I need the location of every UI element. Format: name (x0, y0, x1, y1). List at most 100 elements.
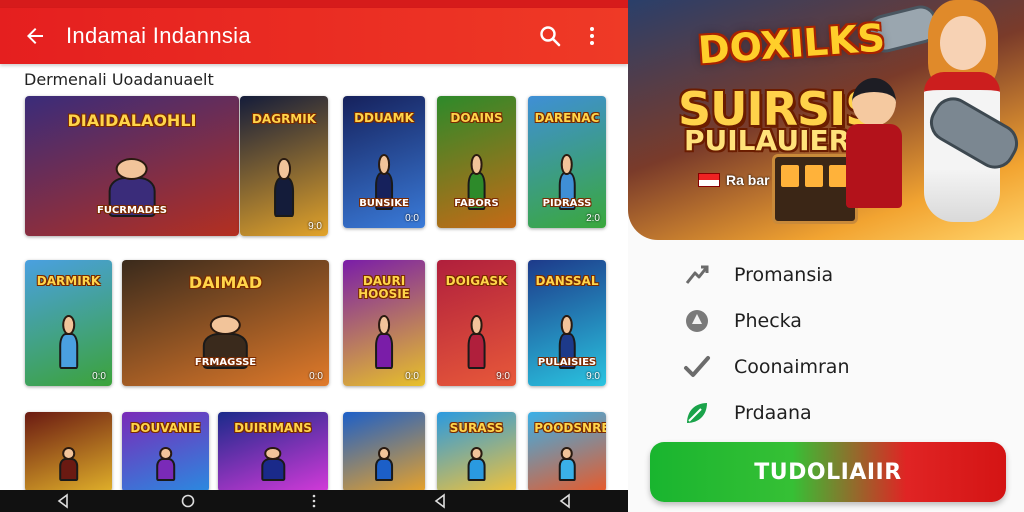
hero-boy-illustration (842, 78, 906, 228)
tile-character (254, 447, 291, 484)
menu-list: Promansia Phecka Coonaimran Prdaana (628, 252, 1024, 436)
flag-icon (698, 173, 720, 187)
section-title: Dermenali Uoadanuaelt (24, 70, 214, 89)
tile-subtitle: PIDRASS (542, 198, 592, 210)
tile-title: DOIGASK (445, 274, 508, 289)
location-pin-icon (680, 304, 714, 338)
game-tile[interactable] (343, 412, 425, 492)
tile-title: DARENAC (534, 110, 600, 125)
game-tile[interactable]: DIAIDALAOHLI FUCRMADES (25, 96, 239, 236)
tile-title: POODSNRE (534, 420, 606, 435)
game-tile[interactable]: DDUAMK BUNSIKE 0:0 (343, 96, 425, 228)
menu-item-promansia[interactable]: Promansia (628, 252, 1024, 298)
tile-title: DAURI HOOSIE (358, 274, 410, 301)
tile-title: DUIRIMANS (234, 420, 312, 435)
tile-subtitle: FABORS (454, 198, 499, 210)
tile-badge: 2:0 (586, 213, 600, 224)
tile-character (463, 315, 490, 373)
tile-character (151, 447, 181, 484)
store-screen: Indamai Indannsia Dermenali Uoadanuaelt … (0, 0, 628, 512)
search-button[interactable] (532, 18, 568, 54)
tile-title: DARMIRK (36, 274, 101, 289)
nav-home-button[interactable] (178, 491, 198, 511)
tile-title: DAGRMIK (251, 111, 317, 126)
nav-back-button[interactable] (53, 491, 73, 511)
game-tile[interactable]: DARMIRK 0:0 (25, 260, 112, 386)
tile-badge: 9:0 (586, 371, 600, 382)
tile-badge: 9:0 (308, 221, 322, 232)
menu-item-label: Prdaana (734, 402, 812, 424)
tile-title: DANSSAL (535, 274, 599, 289)
nav-recent-button[interactable] (430, 491, 450, 511)
tile-character (554, 447, 581, 484)
system-nav-bar (0, 490, 628, 512)
tile-character (269, 157, 299, 222)
tile-title: SURASS (449, 420, 504, 435)
tile-title: DOUVANIE (130, 420, 201, 435)
game-tile[interactable]: POODSNRE (528, 412, 606, 492)
nav-recent-icon (434, 493, 445, 509)
tile-badge: 0:0 (92, 371, 106, 382)
cta-label: TUDOLIAIIR (754, 459, 902, 485)
game-tile[interactable]: DAGRMIK 9:0 (240, 96, 328, 236)
tile-character (54, 315, 84, 373)
tile-title: DDUAMK (354, 110, 414, 125)
trend-icon (680, 258, 714, 292)
game-tile[interactable]: DUIRIMANS (218, 412, 328, 492)
banner-logo: DOXILKS (696, 15, 887, 73)
overflow-menu-button[interactable] (574, 18, 610, 54)
tile-badge: 0:0 (309, 371, 323, 382)
cta-button[interactable]: TUDOLIAIIR (650, 442, 1006, 502)
app-bar: Indamai Indannsia (0, 8, 628, 64)
tile-subtitle: FUCRMADES (96, 204, 167, 216)
arrow-left-icon (27, 28, 43, 44)
screen: Indamai Indannsia Dermenali Uoadanuaelt … (0, 0, 1024, 512)
menu-item-prdaana[interactable]: Prdaana (628, 390, 1024, 436)
menu-item-label: Phecka (734, 310, 802, 332)
game-tile[interactable]: DARENAC PIDRASS 2:0 (528, 96, 606, 228)
check-icon (680, 350, 714, 384)
game-tile[interactable]: DANSSAL PULAISIES 9:0 (528, 260, 606, 386)
tile-title: DAIMAD (188, 273, 263, 293)
game-tile[interactable] (25, 412, 112, 492)
nav-back-button-2[interactable] (555, 491, 575, 511)
back-button[interactable] (18, 19, 52, 53)
more-vert-icon (590, 27, 594, 45)
game-tile[interactable]: DOAINS FABORS (437, 96, 516, 228)
nav-back-icon (559, 493, 570, 509)
game-tile[interactable]: SURASS (437, 412, 516, 492)
status-bar (0, 0, 628, 8)
tile-title: DOAINS (450, 110, 503, 125)
tile-badge: 0:0 (405, 371, 419, 382)
banner-tag-text: Ra bar (726, 172, 770, 188)
tile-title: DIAIDALAOHLI (67, 110, 197, 130)
menu-item-coonaimran[interactable]: Coonaimran (628, 344, 1024, 390)
menu-item-label: Promansia (734, 264, 834, 286)
tile-badge: 9:0 (496, 371, 510, 382)
tile-character (54, 447, 84, 484)
game-tile[interactable]: DOIGASK 9:0 (437, 260, 516, 386)
game-tile[interactable]: DAURI HOOSIE 0:0 (343, 260, 425, 386)
promo-panel: DOXILKS SUIRSIS PUILAUIER Ra bar Promans… (628, 0, 1024, 512)
promo-banner[interactable]: DOXILKS SUIRSIS PUILAUIER Ra bar (628, 0, 1024, 240)
leaf-icon (680, 396, 714, 430)
nav-home-icon (182, 494, 195, 508)
app-title: Indamai Indannsia (66, 23, 251, 48)
tile-subtitle: FRMAGSSE (194, 356, 257, 368)
menu-item-label: Coonaimran (734, 356, 850, 378)
tile-subtitle: PULAISIES (537, 356, 597, 368)
banner-tag: Ra bar (698, 172, 770, 188)
game-tile[interactable]: DAIMAD FRMAGSSE 0:0 (122, 260, 329, 386)
tile-character (370, 447, 398, 484)
banner-subtitle: PUILAUIER (684, 124, 851, 157)
tile-character (370, 315, 398, 373)
menu-item-phecka[interactable]: Phecka (628, 298, 1024, 344)
tile-character (463, 447, 490, 484)
search-icon (540, 26, 561, 47)
nav-more-icon (312, 494, 316, 508)
tile-badge: 0:0 (405, 213, 419, 224)
nav-more-button[interactable] (304, 491, 324, 511)
nav-back-icon (57, 493, 68, 509)
tile-subtitle: BUNSIKE (359, 198, 409, 210)
game-tile[interactable]: DOUVANIE (122, 412, 209, 492)
